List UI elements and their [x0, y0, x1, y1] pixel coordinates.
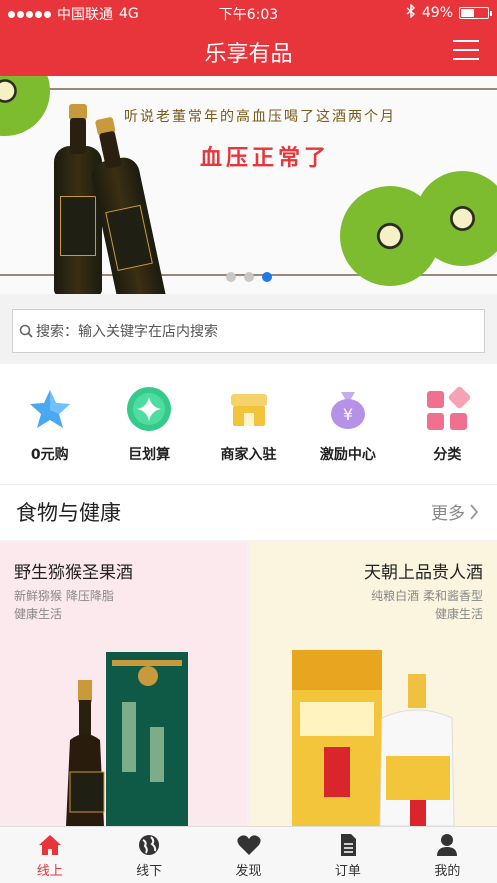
pager-dot-active[interactable] [262, 272, 272, 282]
search-input[interactable]: 搜索：输入关键字在店内搜索 [12, 309, 485, 353]
battery-percent: 49% [421, 5, 453, 21]
home-icon [38, 835, 61, 855]
status-bar: 中国联通 4G 下午6:03 49% [0, 0, 497, 26]
promo-banner[interactable]: 听说老董常年的高血压喝了这酒两个月 血压正常了 [0, 76, 497, 294]
tab-offline[interactable]: 线下 [99, 827, 198, 883]
tab-label: 线上 [36, 864, 63, 879]
category-label: 0元购 [30, 447, 69, 463]
user-icon [437, 834, 458, 856]
more-link[interactable]: 更多 [431, 499, 479, 524]
category-all[interactable]: 分类 [398, 364, 497, 484]
category-big-deal[interactable]: 巨划算 [99, 364, 198, 484]
svg-text:¥: ¥ [343, 405, 353, 424]
category-zero-price[interactable]: 0元购 [0, 364, 99, 484]
section-title: 食物与健康 [16, 501, 121, 525]
section-header: 食物与健康 更多 [0, 484, 497, 540]
tab-mine[interactable]: 我的 [398, 827, 497, 883]
kiwi-image [0, 76, 50, 136]
tab-label: 我的 [434, 864, 461, 879]
tab-bar: 线上 线下 发现 订单 我的 [0, 826, 497, 883]
page-title: 乐享有品 [204, 42, 293, 67]
category-merchant-join[interactable]: 商家入驻 [199, 364, 298, 484]
banner-rope-top [0, 88, 497, 90]
product-image [292, 650, 455, 826]
document-icon [340, 834, 356, 856]
tab-online[interactable]: 线上 [0, 827, 99, 883]
banner-pager [226, 272, 272, 282]
more-label: 更多 [431, 504, 465, 524]
banner-tagline: 血压正常了 [200, 146, 331, 171]
battery-icon [459, 7, 492, 19]
tab-label: 线下 [136, 864, 163, 879]
search-icon [19, 324, 33, 338]
product-card-kiwi-wine[interactable]: 野生猕猴圣果酒 新鲜猕猴 降压降脂 健康生活 [0, 542, 247, 826]
category-incentive[interactable]: ¥ 激励中心 [298, 364, 397, 484]
category-label: 激励中心 [319, 447, 376, 463]
shop-icon [226, 386, 272, 432]
pager-dot[interactable] [244, 272, 254, 282]
search-placeholder: 搜索：输入关键字在店内搜索 [36, 324, 218, 340]
diamond-icon [126, 386, 172, 432]
search-area: 搜索：输入关键字在店内搜索 [0, 294, 497, 364]
tab-discover[interactable]: 发现 [199, 827, 298, 883]
star-icon [27, 386, 73, 432]
category-label: 巨划算 [128, 447, 171, 463]
banner-headline: 听说老董常年的高血压喝了这酒两个月 [124, 109, 396, 125]
tab-label: 发现 [235, 864, 262, 879]
header: 乐享有品 [0, 26, 497, 76]
tab-orders[interactable]: 订单 [298, 827, 397, 883]
product-image [66, 652, 188, 826]
tab-label: 订单 [334, 864, 361, 879]
money-bag-icon: ¥ [325, 386, 371, 432]
globe-icon [139, 835, 160, 855]
bluetooth-icon [406, 3, 416, 22]
category-label: 分类 [433, 447, 462, 463]
chevron-right-icon [470, 503, 479, 520]
heart-icon [236, 835, 261, 855]
product-card-noble-liquor[interactable]: 天朝上品贵人酒 纯粮白酒 柔和酱香型 健康生活 [250, 542, 497, 826]
category-label: 商家入驻 [220, 447, 277, 463]
pager-dot[interactable] [226, 272, 236, 282]
grid-icon [424, 386, 471, 432]
category-grid: 0元购 巨划算 商家入驻 ¥ 激励中心 分类 [0, 364, 497, 484]
menu-icon[interactable] [453, 40, 479, 62]
